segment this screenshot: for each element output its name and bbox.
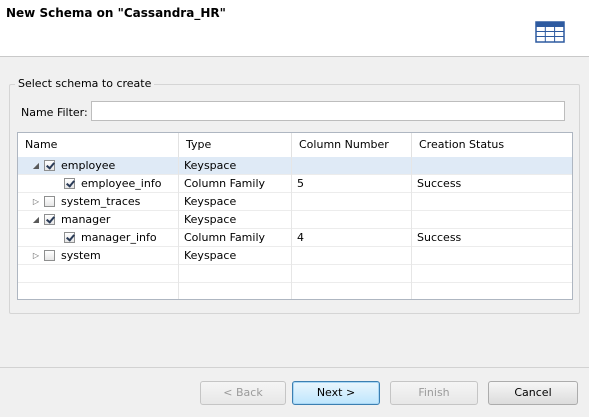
row-checkbox[interactable] — [64, 232, 75, 243]
collapse-arrow-icon[interactable]: ◢ — [31, 157, 41, 174]
row-name: system_traces — [61, 195, 141, 208]
table-row[interactable]: ▷ system_traces Keyspace — [18, 193, 572, 211]
column-header-name[interactable]: Name — [18, 133, 179, 157]
table-row[interactable]: ▷ system Keyspace — [18, 247, 572, 265]
type-cell — [179, 265, 292, 283]
wizard-header: New Schema on "Cassandra_HR" — [0, 0, 589, 57]
table-row[interactable]: employee_info Column Family 5 Success — [18, 175, 572, 193]
table-row[interactable]: manager_info Column Family 4 Success — [18, 229, 572, 247]
column-number-cell — [292, 265, 412, 283]
next-button[interactable]: Next > — [292, 381, 380, 405]
wizard-title: New Schema on "Cassandra_HR" — [6, 6, 226, 20]
creation-status-cell — [412, 193, 572, 211]
creation-status-cell — [412, 283, 572, 299]
creation-status-cell: Success — [417, 177, 462, 190]
type-cell — [179, 283, 292, 299]
row-name: manager — [61, 213, 111, 226]
name-cell: employee_info — [18, 175, 179, 193]
row-name: manager_info — [81, 231, 157, 244]
cancel-button[interactable]: Cancel — [488, 381, 578, 405]
row-checkbox[interactable] — [64, 178, 75, 189]
row-name: system — [61, 249, 101, 262]
type-cell: Keyspace — [179, 211, 292, 229]
column-number-cell: 5 — [292, 175, 412, 193]
back-button[interactable]: < Back — [200, 381, 286, 405]
expand-arrow-icon[interactable]: ▷ — [31, 193, 41, 210]
name-cell — [18, 283, 179, 299]
row-checkbox[interactable] — [44, 196, 55, 207]
column-number-cell — [292, 193, 412, 211]
type-cell: Keyspace — [179, 157, 292, 175]
group-label: Select schema to create — [15, 77, 155, 90]
empty-table-row — [18, 283, 572, 299]
column-header-column-number[interactable]: Column Number — [292, 133, 412, 157]
creation-status-cell — [412, 157, 572, 175]
type-cell: Column Family — [179, 229, 292, 247]
name-cell: ▷ system_traces — [18, 193, 179, 211]
row-checkbox[interactable] — [44, 214, 55, 225]
table-row[interactable]: ◢ manager Keyspace — [18, 211, 572, 229]
table-row[interactable]: ◢ employee Keyspace — [18, 157, 572, 175]
name-cell: ◢ manager — [18, 211, 179, 229]
column-header-creation-status[interactable]: Creation Status — [412, 133, 572, 157]
column-header-type[interactable]: Type — [179, 133, 292, 157]
finish-button[interactable]: Finish — [390, 381, 478, 405]
row-checkbox[interactable] — [44, 160, 55, 171]
name-cell: manager_info — [18, 229, 179, 247]
type-cell: Keyspace — [179, 247, 292, 265]
name-filter-label: Name Filter: — [21, 106, 88, 119]
creation-status-cell — [412, 265, 572, 283]
column-number-cell — [292, 247, 412, 265]
name-cell — [18, 265, 179, 283]
name-cell: ▷ system — [18, 247, 179, 265]
column-number-cell — [292, 283, 412, 299]
name-cell: ◢ employee — [18, 157, 179, 175]
type-cell: Keyspace — [179, 193, 292, 211]
column-number-cell: 4 — [292, 229, 412, 247]
column-number-cell — [292, 157, 412, 175]
button-bar-separator — [0, 367, 589, 368]
creation-status-cell — [412, 247, 572, 265]
creation-status-cell: Success — [417, 231, 462, 244]
expand-arrow-icon[interactable]: ▷ — [31, 247, 41, 264]
collapse-arrow-icon[interactable]: ◢ — [31, 211, 41, 228]
table-grid-icon — [535, 21, 565, 43]
name-filter-input[interactable] — [91, 101, 565, 121]
schema-table[interactable]: Name Type Column Number Creation Status … — [17, 132, 573, 300]
column-number-cell — [292, 211, 412, 229]
table-header: Name Type Column Number Creation Status — [18, 133, 572, 158]
type-cell: Column Family — [179, 175, 292, 193]
row-name: employee_info — [81, 177, 162, 190]
empty-table-row — [18, 265, 572, 283]
creation-status-cell — [412, 211, 572, 229]
row-name: employee — [61, 159, 116, 172]
row-checkbox[interactable] — [44, 250, 55, 261]
